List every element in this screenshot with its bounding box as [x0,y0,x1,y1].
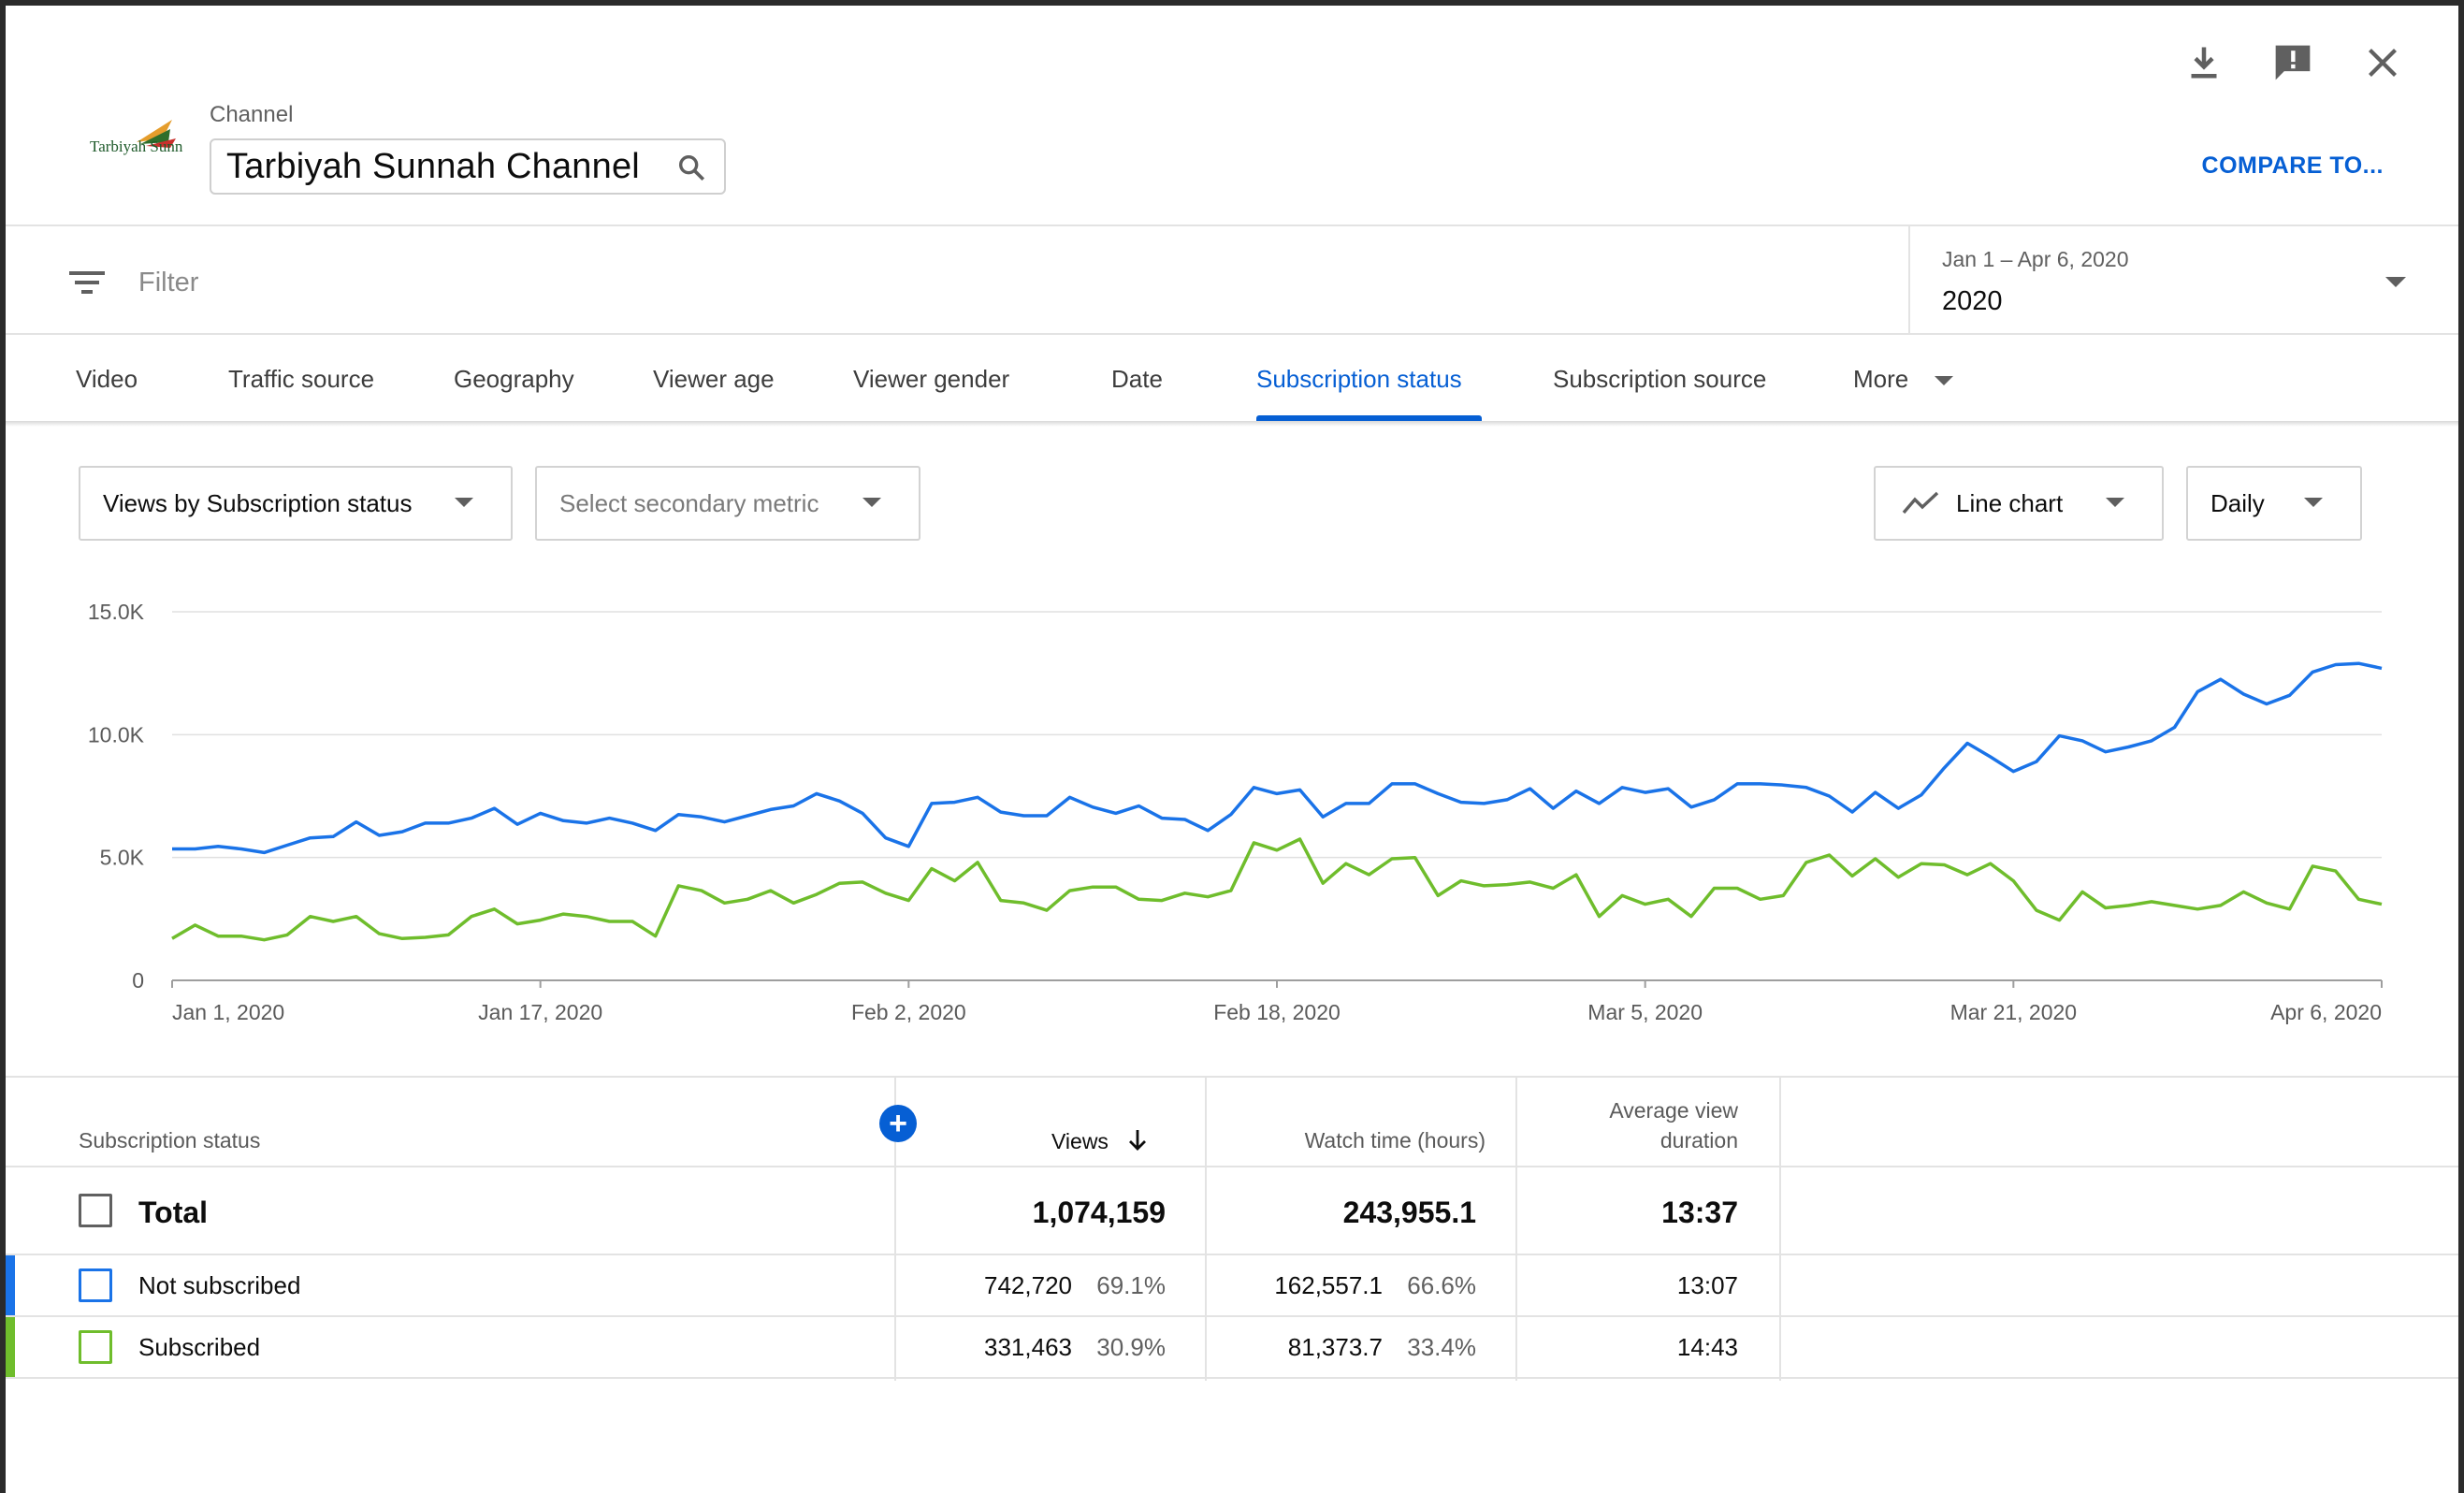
row-label: Subscribed [138,1333,261,1361]
series-line-not-subscribed [172,661,2383,855]
interval-select[interactable]: Daily [2186,466,2362,541]
column-divider [1779,1076,1781,1381]
tab-geography[interactable]: Geography [454,365,574,394]
primary-metric-select[interactable]: Views by Subscription status [79,466,513,541]
x-tick-label: Mar 5, 2020 [1587,1000,1703,1024]
search-icon[interactable] [675,152,707,183]
date-range-label: Jan 1 – Apr 6, 2020 [1942,247,2129,271]
line-chart-icon [1902,490,1939,516]
add-metric-button[interactable]: + [879,1105,917,1142]
row-views-pct: 30.9% [1096,1333,1166,1361]
row-watch-pct: 33.4% [1407,1333,1476,1361]
sort-arrow-down-icon [1127,1128,1148,1158]
feedback-icon[interactable] [2269,39,2316,86]
compare-to-button[interactable]: COMPARE TO... [2202,152,2384,180]
channel-selector[interactable]: Tarbiyah Sunnah Channel [210,138,726,195]
date-range-picker[interactable]: Jan 1 – Apr 6, 2020 2020 [1908,226,2458,335]
x-tick-label: Mar 21, 2020 [1950,1000,2078,1024]
chevron-down-icon [862,498,881,507]
chevron-down-icon [1935,376,1953,385]
column-header-subscription-status[interactable]: Subscription status [79,1128,260,1153]
tabs-shadow [6,421,2458,427]
chart-type-label: Line chart [1956,488,2064,517]
filter-input[interactable]: Filter [138,268,198,298]
tab-subscription-source[interactable]: Subscription source [1553,365,1766,394]
tab-more[interactable]: More [1853,365,1908,394]
table-top-divider [6,1076,2458,1078]
secondary-metric-label: Select secondary metric [559,488,819,517]
chevron-down-icon [2385,277,2406,287]
dimension-tabs: Video Traffic source Geography Viewer ag… [6,337,2458,421]
row-checkbox[interactable] [79,1268,112,1302]
tab-subscription-status[interactable]: Subscription status [1256,365,1462,394]
y-tick-label: 15.0K [88,600,145,624]
total-avd: 13:37 [1661,1196,1738,1229]
row-label: Not subscribed [138,1271,301,1299]
column-header-avd-line2[interactable]: duration [1523,1128,1738,1153]
row-divider [6,1166,2458,1167]
date-preset: 2020 [1942,286,2003,316]
column-divider [1205,1076,1207,1381]
total-views: 1,074,159 [1032,1196,1166,1229]
divider [6,333,2458,335]
channel-name: Tarbiyah Sunnah Channel [226,146,640,186]
filter-icon[interactable] [67,266,109,299]
row-views: 742,720 [984,1271,1072,1299]
column-header-views[interactable]: Views [1051,1128,1148,1158]
x-tick-label: Feb 18, 2020 [1213,1000,1341,1024]
chart-type-select[interactable]: Line chart [1874,466,2164,541]
total-checkbox[interactable] [79,1194,112,1227]
x-tick-label: Feb 2, 2020 [851,1000,966,1024]
row-views-pct: 69.1% [1096,1271,1166,1299]
tab-video[interactable]: Video [76,365,138,394]
chevron-down-icon [455,498,473,507]
channel-caption: Channel [210,102,294,127]
x-tick-label: Apr 6, 2020 [2270,1000,2382,1024]
row-avd: 13:07 [1676,1271,1738,1299]
channel-logo: Tarbiyah Sunnah [80,110,198,185]
row-watch-time: 162,557.1 [1274,1271,1383,1299]
tab-viewer-age[interactable]: Viewer age [653,365,775,394]
tab-date[interactable]: Date [1111,365,1163,394]
tab-viewer-gender[interactable]: Viewer gender [853,365,1009,394]
close-icon[interactable] [2359,39,2406,86]
row-divider [6,1254,2458,1255]
views-header-label: Views [1051,1129,1109,1154]
logo-text: Tarbiyah Sunnah [90,138,183,155]
series-color-bar [6,1317,15,1377]
total-watch-time: 243,955.1 [1342,1196,1476,1229]
analytics-dialog: Tarbiyah Sunnah Channel Tarbiyah Sunnah … [6,6,2458,1493]
x-tick-label: Jan 17, 2020 [478,1000,602,1024]
total-label: Total [138,1196,209,1229]
row-watch-pct: 66.6% [1407,1271,1476,1299]
views-line-chart: 0 5.0K 10.0K 15.0K Jan 1, 2020 Jan 17, 2020 Fe… [88,600,2383,1024]
primary-metric-label: Views by Subscription status [103,488,413,517]
row-views: 331,463 [984,1333,1072,1361]
row-avd: 14:43 [1676,1333,1738,1361]
row-divider [6,1315,2458,1317]
y-tick-label: 0 [132,968,144,993]
row-divider [6,1377,2458,1379]
column-header-avd-line1[interactable]: Average view [1523,1098,1738,1123]
tab-traffic-source[interactable]: Traffic source [228,365,374,394]
interval-label: Daily [2210,488,2265,517]
series-color-bar [6,1255,15,1315]
y-tick-label: 5.0K [100,846,145,870]
y-tick-label: 10.0K [88,722,145,746]
download-icon[interactable] [2181,39,2227,86]
row-watch-time: 81,373.7 [1287,1333,1383,1361]
chevron-down-icon [2304,498,2323,507]
series-line-subscribed [171,837,2383,942]
row-checkbox[interactable] [79,1330,112,1364]
chevron-down-icon [2106,498,2124,507]
x-tick-label: Jan 1, 2020 [172,1000,284,1024]
secondary-metric-select[interactable]: Select secondary metric [535,466,920,541]
column-divider [1515,1076,1517,1381]
column-header-watch-time[interactable]: Watch time (hours) [1212,1128,1486,1153]
